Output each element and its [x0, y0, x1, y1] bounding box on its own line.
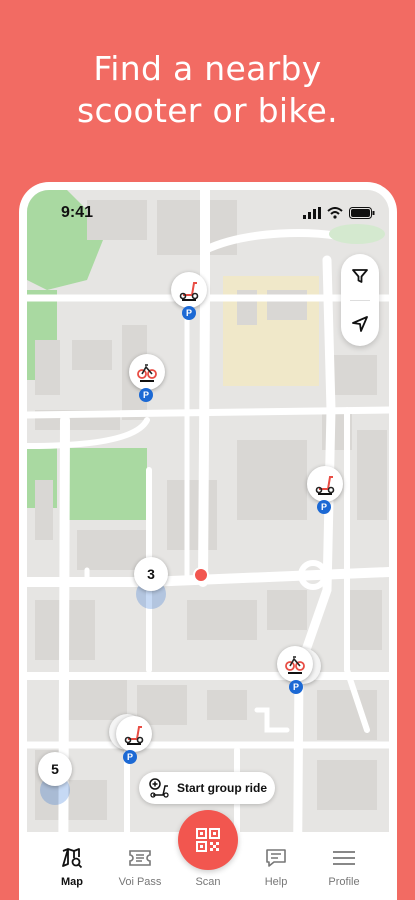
headline-line-1: Find a nearby	[93, 49, 322, 88]
scooter-pin[interactable]	[307, 466, 343, 502]
scooter-icon	[124, 726, 144, 745]
ticket-icon	[129, 850, 151, 866]
chat-icon	[266, 849, 286, 867]
vehicle-cluster[interactable]: 5	[38, 752, 72, 786]
tab-scan-label: Scan	[195, 876, 221, 888]
controls-divider	[350, 300, 370, 301]
tab-bar: Map Voi Pass Scan Help Profile	[19, 810, 397, 900]
tab-map-label: Map	[61, 876, 83, 888]
scooter-icon	[179, 282, 199, 301]
menu-icon	[333, 851, 355, 865]
locate-me-button[interactable]	[341, 304, 379, 344]
user-location-dot	[193, 567, 209, 583]
parking-badge: P	[123, 750, 137, 764]
filter-button[interactable]	[341, 256, 379, 296]
headline-line-2: scooter or bike.	[77, 91, 338, 130]
filter-icon	[352, 269, 368, 283]
tab-profile-label: Profile	[328, 876, 360, 888]
wifi-icon	[327, 206, 343, 224]
scooter-pin[interactable]	[171, 272, 207, 308]
parking-badge: P	[289, 680, 303, 694]
tab-help-label: Help	[264, 876, 288, 888]
tab-profile[interactable]: Profile	[314, 846, 374, 888]
navigation-arrow-icon	[352, 316, 368, 332]
scooter-icon	[315, 476, 335, 495]
map-view[interactable]: 9:41 P P P 3 P P 5 Start group ride	[27, 190, 389, 900]
start-group-ride-button[interactable]: Start group ride	[139, 772, 275, 804]
group-ride-label: Start group ride	[177, 781, 268, 795]
parking-badge: P	[317, 500, 331, 514]
group-ride-scooter-icon	[149, 778, 169, 798]
headline: Find a nearby scooter or bike.	[0, 48, 415, 132]
status-bar: 9:41	[27, 190, 389, 240]
bike-icon	[285, 656, 305, 674]
cellular-signal-icon	[303, 206, 321, 224]
battery-icon	[349, 206, 375, 224]
tab-map[interactable]: Map	[42, 846, 102, 888]
tab-scan[interactable]: Scan	[178, 846, 238, 888]
parking-badge: P	[139, 388, 153, 402]
bike-pin[interactable]	[129, 354, 165, 390]
vehicle-cluster[interactable]: 3	[134, 557, 168, 591]
tab-voi-pass-label: Voi Pass	[118, 876, 162, 888]
map-search-icon	[62, 848, 83, 869]
bike-pin[interactable]	[277, 646, 313, 682]
tab-voi-pass[interactable]: Voi Pass	[110, 846, 170, 888]
tab-help[interactable]: Help	[246, 846, 306, 888]
map-controls	[341, 254, 379, 346]
status-time: 9:41	[61, 204, 94, 221]
parking-badge: P	[182, 306, 196, 320]
bike-icon	[137, 364, 157, 382]
scooter-pin[interactable]	[116, 716, 152, 752]
phone-frame: 9:41 P P P 3 P P 5 Start group ride Map …	[19, 182, 397, 900]
